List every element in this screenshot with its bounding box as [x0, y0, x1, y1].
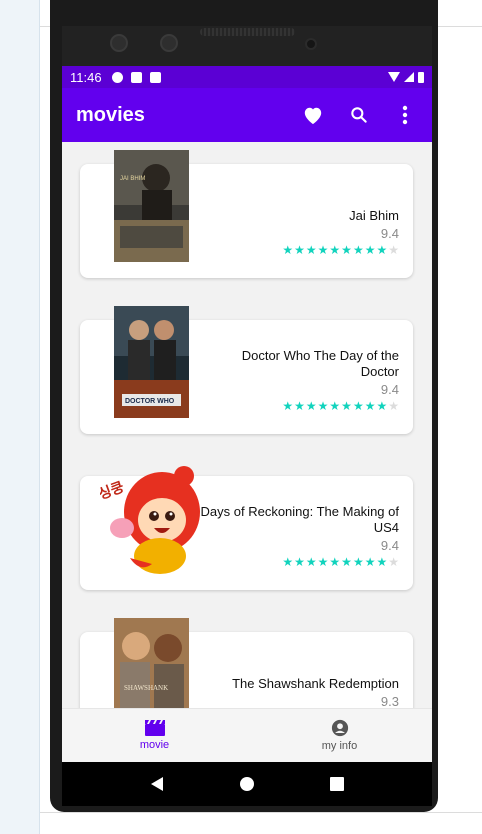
movie-info: Jai Bhim 9.4 ★ ★ ★ ★ ★ ★ ★ ★ ★ ★ [219, 208, 399, 257]
star-filled-icon: ★ [317, 555, 329, 569]
poster-caption: SHAWSHANK [124, 684, 168, 692]
recents-icon[interactable] [330, 777, 344, 791]
star-filled-icon: ★ [376, 243, 388, 257]
movie-info: Doctor Who The Day of the Doctor 9.4 ★ ★ ★… [219, 348, 399, 413]
star-filled-icon: ★ [364, 243, 376, 257]
poster-caption: JAI BHIM [120, 176, 145, 182]
movie-rating: 9.3 [380, 694, 399, 708]
star-filled-icon: ★ [329, 243, 341, 257]
settings-notification-icon [111, 71, 123, 83]
star-filled-icon: ★ [329, 399, 341, 413]
poster-caption: 싱쿵 [100, 479, 126, 503]
search-icon[interactable] [346, 102, 372, 128]
star-filled-icon: ★ [282, 399, 294, 413]
movie-clapper-icon [144, 720, 165, 736]
bottom-divider [40, 812, 482, 813]
star-filled-icon: ★ [282, 243, 294, 257]
status-bar: 11:46 [62, 66, 432, 88]
star-filled-icon: ★ [376, 399, 388, 413]
wifi-icon [388, 72, 400, 82]
movie-poster: SHAWSHANK [114, 618, 189, 708]
rating-stars: ★ ★ ★ ★ ★ ★ ★ ★ ★ ★ [219, 399, 399, 413]
movie-card[interactable]: DOCTOR WHO Doctor Who The Day of the Doc… [80, 306, 413, 434]
movie-title: Doctor Who The Day of the Doctor [241, 348, 399, 379]
shield-notification-icon [130, 71, 142, 83]
nav-label-my-info: my info [321, 740, 358, 752]
app-bar: movies [62, 88, 432, 142]
star-filled-icon: ★ [294, 555, 305, 569]
movie-info: Days of Reckoning: The Making of US4 9.4… [194, 504, 399, 569]
star-filled-icon: ★ [329, 555, 341, 569]
nav-label-movie: movie [139, 739, 170, 751]
movie-rating: 9.4 [380, 382, 399, 397]
star-filled-icon: ★ [294, 243, 305, 257]
star-empty-icon: ★ [388, 555, 399, 569]
poster-caption: DOCTOR WHO [125, 398, 175, 405]
star-filled-icon: ★ [305, 243, 317, 257]
star-filled-icon: ★ [305, 555, 317, 569]
favorite-heart-icon[interactable] [300, 102, 326, 128]
movie-card[interactable]: JAI BHIM Jai Bhim 9.4 ★ ★ ★ ★ ★ ★ ★ ★ ★ ★ [80, 150, 413, 278]
star-filled-icon: ★ [376, 555, 388, 569]
left-panel-strip [0, 0, 40, 834]
rating-stars: ★ ★ ★ ★ ★ ★ ★ ★ ★ ★ [194, 555, 399, 569]
movie-card[interactable]: 싱쿵 Days of Reckoning: The Making of US4 … [80, 466, 413, 590]
nav-item-movie[interactable]: movie [62, 709, 247, 762]
movie-info: The Shawshank Redemption 9.3 [209, 676, 399, 708]
star-filled-icon: ★ [364, 555, 376, 569]
movie-title: The Shawshank Redemption [232, 676, 399, 691]
star-filled-icon: ★ [305, 399, 317, 413]
movie-list[interactable]: JAI BHIM Jai Bhim 9.4 ★ ★ ★ ★ ★ ★ ★ ★ ★ ★ [62, 142, 432, 708]
star-filled-icon: ★ [341, 243, 352, 257]
earpiece-speaker [200, 28, 295, 36]
front-sensor [305, 38, 317, 50]
movie-card[interactable]: SHAWSHANK The Shawshank Redemption 9.3 [80, 618, 413, 708]
cell-signal-icon [404, 72, 414, 82]
account-circle-icon [331, 719, 348, 737]
star-empty-icon: ★ [388, 243, 399, 257]
status-notifications [111, 71, 161, 83]
nav-item-my-info[interactable]: my info [247, 709, 432, 762]
star-filled-icon: ★ [352, 399, 364, 413]
battery-icon [418, 71, 424, 83]
movie-title: Days of Reckoning: The Making of US4 [200, 504, 399, 535]
star-filled-icon: ★ [317, 399, 329, 413]
star-filled-icon: ★ [364, 399, 376, 413]
more-vert-icon[interactable] [392, 102, 418, 128]
status-time: 11:46 [70, 69, 102, 85]
app-bar-actions [300, 102, 418, 128]
star-filled-icon: ★ [341, 555, 352, 569]
app-title: movies [76, 103, 145, 126]
movie-rating: 9.4 [380, 538, 399, 553]
star-filled-icon: ★ [341, 399, 352, 413]
rating-stars: ★ ★ ★ ★ ★ ★ ★ ★ ★ ★ [219, 243, 399, 257]
screenshot-canvas: 11:46 movies JAI BHIM Jai Bhim 9.4 ★ ★ ★… [0, 0, 482, 834]
status-system-icons [388, 71, 424, 83]
star-filled-icon: ★ [294, 399, 305, 413]
movie-rating: 9.4 [380, 226, 399, 241]
star-filled-icon: ★ [317, 243, 329, 257]
app-screen: 11:46 movies JAI BHIM Jai Bhim 9.4 ★ ★ ★… [62, 66, 432, 762]
movie-poster: DOCTOR WHO [114, 306, 189, 418]
camera-lens-icon [110, 34, 128, 52]
star-filled-icon: ★ [352, 555, 364, 569]
bottom-navigation: movie my info [62, 708, 432, 762]
back-icon[interactable] [150, 776, 164, 792]
camera-lens-icon [160, 34, 178, 52]
movie-poster: JAI BHIM [114, 150, 189, 262]
home-icon[interactable] [240, 777, 254, 791]
clipboard-notification-icon [149, 71, 161, 83]
star-filled-icon: ★ [352, 243, 364, 257]
star-empty-icon: ★ [388, 399, 399, 413]
system-navigation-bar [62, 762, 432, 806]
movie-title: Jai Bhim [349, 208, 399, 223]
star-filled-icon: ★ [282, 555, 294, 569]
